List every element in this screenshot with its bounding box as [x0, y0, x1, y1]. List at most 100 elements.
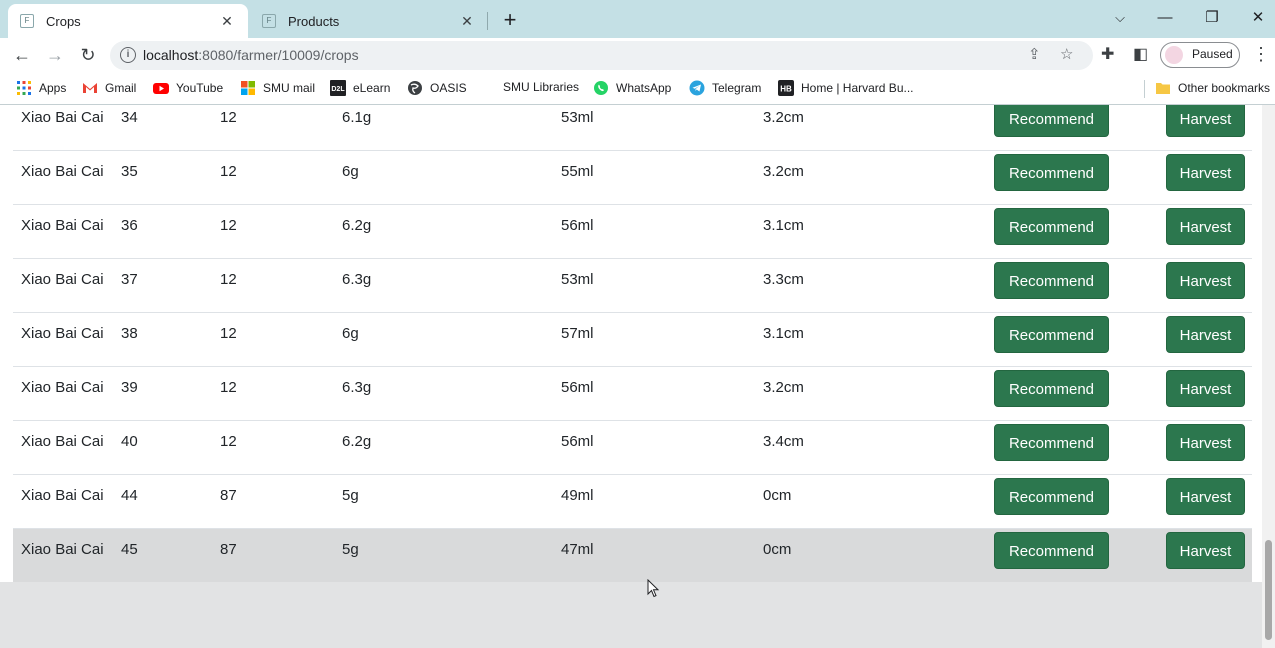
crop-height-cell: 3.2cm [763, 109, 804, 126]
crop-name-cell: Xiao Bai Cai [21, 163, 104, 180]
telegram-icon [689, 80, 705, 96]
address-bar[interactable]: i localhost:8080/farmer/10009/crops ⇪ ☆ [110, 41, 1093, 70]
tab-crops[interactable]: F Crops ✕ [8, 4, 248, 38]
bookmark-smu-mail[interactable]: SMU mail [240, 80, 315, 96]
crop-height-cell: 3.1cm [763, 325, 804, 342]
share-icon[interactable]: ⇪ [1028, 45, 1041, 63]
table-row: Xiao Bai Cai 45 87 5g 47ml 0cm Recommend Harves… [13, 529, 1252, 583]
crop-qty-cell: 12 [220, 217, 237, 234]
crop-qty-cell: 87 [220, 541, 237, 558]
side-panel-icon[interactable]: ◧ [1133, 44, 1148, 64]
new-tab-icon[interactable]: + [498, 6, 522, 34]
vertical-scrollbar[interactable] [1262, 105, 1275, 648]
close-icon[interactable]: ✕ [458, 13, 476, 30]
crop-name-cell: Xiao Bai Cai [21, 433, 104, 450]
table-row: Xiao Bai Cai 40 12 6.2g 56ml 3.4cm Recommend Ha… [13, 421, 1252, 475]
crop-qty-cell: 12 [220, 325, 237, 342]
bookmark-oasis[interactable]: OASIS [407, 80, 467, 96]
folder-icon [1156, 83, 1170, 94]
more-menu-icon[interactable]: ⋮ [1252, 45, 1270, 63]
recommend-button[interactable]: Recommend [994, 105, 1109, 137]
site-info-icon[interactable]: i [120, 47, 136, 63]
crop-water-cell: 56ml [561, 433, 594, 450]
crop-water-cell: 53ml [561, 271, 594, 288]
tab-search-chevron-icon[interactable]: ⌵ [1105, 6, 1135, 30]
crop-height-cell: 3.4cm [763, 433, 804, 450]
gmail-icon [83, 83, 97, 93]
harvest-button[interactable]: Harvest [1166, 262, 1245, 299]
crop-id-cell: 36 [121, 217, 138, 234]
recommend-button[interactable]: Recommend [994, 154, 1109, 191]
url-text[interactable]: localhost:8080/farmer/10009/crops [143, 47, 359, 63]
scrollbar-thumb[interactable] [1265, 540, 1272, 640]
crop-name-cell: Xiao Bai Cai [21, 109, 104, 126]
crop-qty-cell: 12 [220, 433, 237, 450]
bookmark-gmail[interactable]: Gmail [82, 80, 136, 96]
forward-icon[interactable]: → [43, 43, 67, 67]
whatsapp-icon [594, 81, 608, 95]
harvest-button[interactable]: Harvest [1166, 424, 1245, 461]
restore-icon[interactable]: ❐ [1197, 6, 1227, 30]
table-row: Xiao Bai Cai 37 12 6.3g 53ml 3.3cm Recommend Ha… [13, 259, 1252, 313]
bookmark-whatsapp[interactable]: WhatsApp [593, 80, 671, 96]
bookmark-smu-libraries[interactable]: SMU Libraries [503, 80, 579, 94]
tab-strip: F Crops ✕ F Products ✕ + ⌵ — ❐ ✕ [0, 0, 1275, 38]
bookmark-apps[interactable]: Apps [16, 80, 66, 96]
recommend-button[interactable]: Recommend [994, 262, 1109, 299]
harvest-button[interactable]: Harvest [1166, 532, 1245, 569]
minimize-icon[interactable]: — [1150, 6, 1180, 30]
bookmark-youtube[interactable]: YouTube [153, 80, 223, 96]
crop-qty-cell: 87 [220, 487, 237, 504]
crop-weight-cell: 6g [342, 325, 359, 342]
harvest-button[interactable]: Harvest [1166, 208, 1245, 245]
crop-weight-cell: 6g [342, 163, 359, 180]
crop-name-cell: Xiao Bai Cai [21, 379, 104, 396]
avatar [1165, 46, 1183, 64]
extensions-puzzle-icon[interactable]: ✚ [1101, 44, 1114, 64]
recommend-button[interactable]: Recommend [994, 532, 1109, 569]
bookmark-harvard[interactable]: HB Home | Harvard Bu... [778, 80, 914, 96]
harvest-button[interactable]: Harvest [1166, 154, 1245, 191]
window-close-icon[interactable]: ✕ [1243, 6, 1273, 30]
recommend-button[interactable]: Recommend [994, 424, 1109, 461]
crop-name-cell: Xiao Bai Cai [21, 487, 104, 504]
tab-products[interactable]: F Products ✕ [250, 4, 488, 38]
crop-water-cell: 55ml [561, 163, 594, 180]
bookmark-elearn[interactable]: D2L eLearn [330, 80, 390, 96]
bookmark-star-icon[interactable]: ☆ [1060, 45, 1073, 63]
globe-icon [408, 81, 422, 95]
microsoft-icon [241, 81, 255, 95]
tab-title: Crops [46, 13, 81, 29]
harvest-button[interactable]: Harvest [1166, 370, 1245, 407]
back-icon[interactable]: ← [10, 43, 34, 67]
crop-qty-cell: 12 [220, 379, 237, 396]
crop-height-cell: 3.2cm [763, 163, 804, 180]
crop-id-cell: 40 [121, 433, 138, 450]
page-favicon-icon: F [20, 14, 34, 28]
svg-text:D2L: D2L [331, 86, 345, 93]
bookmark-telegram[interactable]: Telegram [689, 80, 761, 96]
reload-icon[interactable]: ↻ [76, 43, 100, 67]
table-row: Xiao Bai Cai 44 87 5g 49ml 0cm Recommend Harves… [13, 475, 1252, 529]
crop-name-cell: Xiao Bai Cai [21, 217, 104, 234]
crop-weight-cell: 5g [342, 541, 359, 558]
recommend-button[interactable]: Recommend [994, 316, 1109, 353]
profile-button[interactable]: Paused [1160, 42, 1240, 68]
crop-height-cell: 3.3cm [763, 271, 804, 288]
crop-id-cell: 37 [121, 271, 138, 288]
apps-grid-icon [17, 81, 31, 95]
recommend-button[interactable]: Recommend [994, 478, 1109, 515]
bookmark-other[interactable]: Other bookmarks [1155, 80, 1270, 96]
crop-weight-cell: 6.3g [342, 271, 372, 288]
crop-water-cell: 56ml [561, 379, 594, 396]
close-icon[interactable]: ✕ [218, 13, 236, 30]
harvest-button[interactable]: Harvest [1166, 105, 1245, 137]
recommend-button[interactable]: Recommend [994, 370, 1109, 407]
harvest-button[interactable]: Harvest [1166, 478, 1245, 515]
recommend-button[interactable]: Recommend [994, 208, 1109, 245]
crop-water-cell: 53ml [561, 109, 594, 126]
harvest-button[interactable]: Harvest [1166, 316, 1245, 353]
crop-id-cell: 45 [121, 541, 138, 558]
tab-divider [487, 12, 488, 30]
table-row: Xiao Bai Cai 39 12 6.3g 56ml 3.2cm Recommend Ha… [13, 367, 1252, 421]
